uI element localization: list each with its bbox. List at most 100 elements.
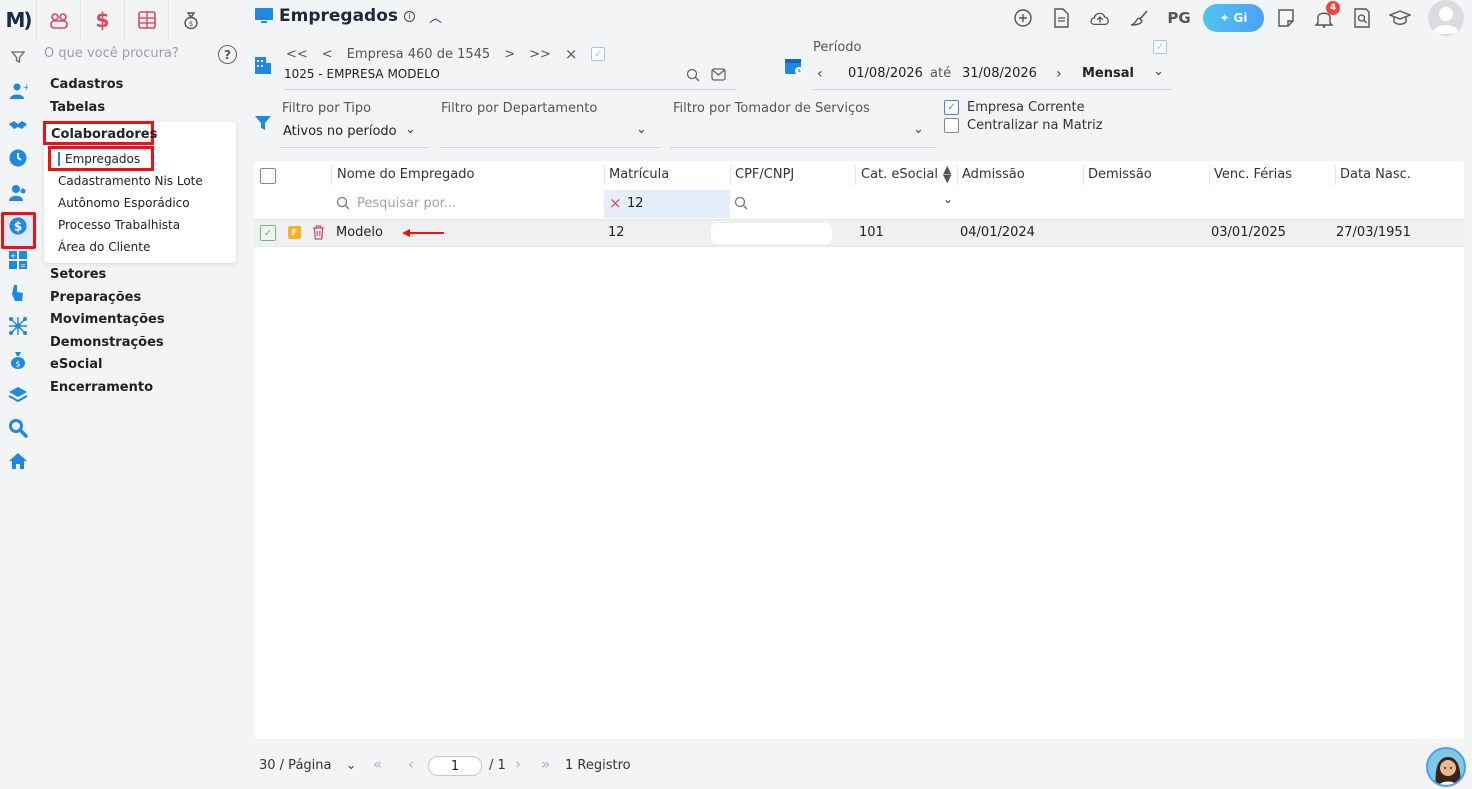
- empresa-corrente-checkbox[interactable]: ✓: [944, 100, 959, 115]
- rail-network[interactable]: [6, 314, 30, 338]
- rail-contracts[interactable]: [6, 113, 30, 137]
- centralizar-option[interactable]: Centralizar na Matriz: [944, 118, 1103, 133]
- submenu-area-cliente[interactable]: Área do Cliente: [58, 240, 150, 254]
- mail-icon[interactable]: [711, 68, 726, 81]
- table-row[interactable]: ✓ F Modelo 12 101 04/01/2024 03/01/2025 …: [254, 219, 1464, 247]
- chevron-down-icon: ⌄: [345, 758, 357, 773]
- submenu-empregados[interactable]: Empregados: [65, 152, 140, 166]
- col-cpf[interactable]: CPF/CNPJ: [735, 167, 794, 182]
- type-filter-select[interactable]: Ativos no período ⌄: [279, 118, 429, 148]
- col-separator: [1209, 165, 1210, 185]
- employees-icon: [9, 185, 26, 201]
- submenu-autonomo[interactable]: Autônomo Esporádico: [58, 196, 190, 210]
- row-checkbox[interactable]: ✓: [260, 225, 276, 241]
- period-mode[interactable]: Mensal: [1082, 66, 1134, 81]
- centralizar-checkbox[interactable]: [944, 118, 959, 133]
- menu-tabelas[interactable]: Tabelas: [50, 100, 105, 115]
- cpf-search-icon[interactable]: [734, 196, 748, 210]
- menu-search-input[interactable]: O que você procura?: [44, 46, 179, 61]
- period-prev-button[interactable]: ‹: [817, 66, 823, 82]
- sort-icon[interactable]: ▲ ▼: [943, 164, 951, 184]
- rail-search[interactable]: [6, 416, 30, 440]
- per-page-select[interactable]: 30 / Página ⌄: [259, 758, 357, 773]
- col-nome[interactable]: Nome do Empregado: [337, 167, 474, 182]
- rail-preparations[interactable]: [6, 281, 30, 305]
- rail-home[interactable]: [6, 449, 30, 473]
- period-end[interactable]: 31/08/2026: [962, 66, 1037, 81]
- rail-filter[interactable]: [6, 45, 30, 69]
- period-field: ‹ 01/08/2026 até 31/08/2026 › Mensal ⌄: [813, 60, 1172, 90]
- col-admissao[interactable]: Admissão: [962, 167, 1025, 182]
- clear-filter-icon[interactable]: ×: [609, 194, 622, 212]
- col-demissao[interactable]: Demissão: [1088, 167, 1152, 182]
- col-cat-esocial[interactable]: Cat. eSocial: [861, 167, 938, 182]
- pager-first-button[interactable]: «: [373, 755, 382, 773]
- top-tab-people[interactable]: [36, 0, 80, 40]
- empresa-corrente-option[interactable]: ✓ Empresa Corrente: [944, 100, 1085, 115]
- top-tab-calculator[interactable]: [124, 0, 168, 40]
- menu-preparacoes[interactable]: Preparações: [50, 290, 141, 305]
- top-tab-finance[interactable]: $: [80, 0, 124, 40]
- period-mode-chevron-icon[interactable]: ⌄: [1153, 64, 1164, 79]
- pager-prev-button[interactable]: ‹: [408, 755, 414, 773]
- info-icon[interactable]: i: [404, 10, 416, 22]
- name-search-input[interactable]: Pesquisar por...: [357, 196, 456, 211]
- help-icon[interactable]: ?: [218, 45, 237, 64]
- rail-register[interactable]: +: [6, 79, 30, 103]
- search-icon[interactable]: [686, 68, 700, 82]
- period-next-button[interactable]: ›: [1056, 66, 1062, 82]
- cat-filter-chevron-icon[interactable]: ⌄: [943, 192, 953, 206]
- submenu-nis-lote[interactable]: Cadastramento Nis Lote: [58, 174, 203, 188]
- user-initials[interactable]: PG: [1166, 7, 1192, 29]
- gi-assistant-button[interactable]: ✦ Gi: [1203, 4, 1264, 32]
- graduation-cap-icon: [1389, 10, 1411, 25]
- calculator-grid-icon: +=: [9, 251, 27, 270]
- trash-icon[interactable]: [312, 225, 325, 240]
- menu-encerramento[interactable]: Encerramento: [50, 380, 153, 395]
- menu-esocial[interactable]: eSocial: [50, 357, 103, 372]
- pager-last-button[interactable]: »: [541, 755, 550, 773]
- theme-button[interactable]: [1128, 7, 1150, 29]
- period-start[interactable]: 01/08/2026: [848, 66, 923, 81]
- menu-demonstracoes[interactable]: Demonstrações: [50, 335, 164, 350]
- submenu-processo[interactable]: Processo Trabalhista: [58, 218, 180, 232]
- report-search-button[interactable]: [1351, 7, 1373, 29]
- rail-layers[interactable]: [6, 382, 30, 406]
- select-all-checkbox[interactable]: [260, 168, 276, 184]
- col-matricula[interactable]: Matrícula: [609, 167, 669, 182]
- page-input[interactable]: 1: [428, 756, 482, 776]
- document-button[interactable]: [1050, 7, 1072, 29]
- menu-cadastros[interactable]: Cadastros: [50, 77, 123, 92]
- company-field[interactable]: 1025 - EMPRESA MODELO: [284, 60, 736, 90]
- col-data-nasc[interactable]: Data Nasc.: [1340, 167, 1411, 182]
- matricula-filter-input[interactable]: × 12: [604, 190, 730, 218]
- collapse-icon[interactable]: ︿: [429, 7, 442, 26]
- dept-filter-select[interactable]: ⌄: [439, 118, 660, 148]
- cell-cat-esocial: 101: [859, 225, 884, 240]
- period-checkbox[interactable]: ✓: [1153, 40, 1167, 54]
- upload-button[interactable]: [1089, 7, 1111, 29]
- col-venc-ferias[interactable]: Venc. Férias: [1214, 167, 1292, 182]
- col-separator: [855, 165, 856, 185]
- learning-button[interactable]: [1389, 7, 1411, 29]
- menu-movimentacoes[interactable]: Movimentações: [50, 312, 165, 327]
- centralizar-label: Centralizar na Matriz: [967, 118, 1103, 133]
- rail-employees[interactable]: [6, 181, 30, 205]
- cell-nome[interactable]: Modelo: [336, 225, 383, 240]
- rail-time[interactable]: [6, 146, 30, 170]
- pager-next-button[interactable]: ›: [515, 755, 521, 773]
- user-avatar[interactable]: [1428, 0, 1464, 36]
- menu-setores[interactable]: Setores: [50, 267, 106, 282]
- notes-button[interactable]: [1275, 7, 1297, 29]
- rail-finance[interactable]: $: [6, 214, 30, 238]
- assistant-avatar[interactable]: [1426, 747, 1466, 787]
- rail-calc[interactable]: + =: [6, 248, 30, 272]
- cell-venc-ferias: 03/01/2025: [1211, 225, 1286, 240]
- app-logo[interactable]: M): [0, 0, 36, 40]
- company-multi-checkbox[interactable]: ✓: [591, 47, 606, 61]
- menu-colaboradores[interactable]: Colaboradores: [51, 127, 157, 142]
- top-tab-money[interactable]: $: [168, 0, 212, 40]
- tomador-filter-select[interactable]: ⌄: [670, 118, 936, 148]
- add-button[interactable]: [1012, 7, 1034, 29]
- rail-money[interactable]: $: [6, 348, 30, 372]
